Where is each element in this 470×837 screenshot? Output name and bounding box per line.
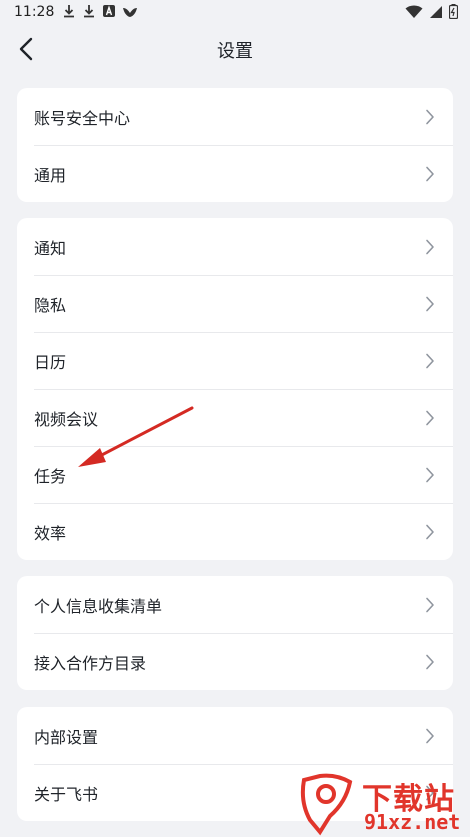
settings-item-notifications[interactable]: 通知 bbox=[17, 218, 453, 275]
chevron-right-icon bbox=[426, 597, 434, 613]
settings-group-info: 个人信息收集清单 接入合作方目录 bbox=[17, 576, 453, 690]
download-icon bbox=[84, 5, 94, 18]
settings-item-label: 视频会议 bbox=[34, 409, 99, 429]
settings-item-tasks[interactable]: 任务 bbox=[17, 446, 453, 503]
settings-item-label: 隐私 bbox=[34, 295, 67, 315]
settings-group-features: 通知 隐私 日历 视频会议 任务 效率 bbox=[17, 218, 453, 560]
wifi-icon bbox=[405, 5, 423, 18]
page-title: 设置 bbox=[217, 41, 253, 62]
a-badge-icon bbox=[103, 5, 115, 17]
chevron-right-icon bbox=[426, 109, 434, 125]
settings-item-label: 日历 bbox=[34, 352, 67, 372]
chevron-right-icon bbox=[426, 239, 434, 255]
chevron-right-icon bbox=[426, 166, 434, 182]
chevron-right-icon bbox=[426, 728, 434, 744]
nav-bar: 设置 bbox=[0, 26, 470, 72]
settings-item-efficiency[interactable]: 效率 bbox=[17, 503, 453, 560]
status-bar: 11:28 bbox=[0, 0, 470, 26]
chevron-right-icon bbox=[426, 353, 434, 369]
chevron-right-icon bbox=[426, 296, 434, 312]
settings-item-personal-info-list[interactable]: 个人信息收集清单 bbox=[17, 576, 453, 633]
settings-item-label: 个人信息收集清单 bbox=[34, 596, 163, 616]
settings-item-label: 账号安全中心 bbox=[34, 108, 131, 128]
settings-item-label: 内部设置 bbox=[34, 727, 99, 747]
battery-icon bbox=[449, 4, 458, 19]
signal-icon bbox=[430, 5, 442, 18]
settings-item-label: 效率 bbox=[34, 523, 67, 543]
settings-item-label: 通知 bbox=[34, 238, 67, 258]
settings-item-label: 通用 bbox=[34, 165, 67, 185]
settings-item-video-meeting[interactable]: 视频会议 bbox=[17, 389, 453, 446]
settings-item-general[interactable]: 通用 bbox=[17, 145, 453, 202]
watermark-url: 91xz.net bbox=[364, 810, 461, 834]
download-icon bbox=[64, 5, 74, 18]
settings-item-account-security[interactable]: 账号安全中心 bbox=[17, 88, 453, 145]
settings-item-calendar[interactable]: 日历 bbox=[17, 332, 453, 389]
settings-item-label: 接入合作方目录 bbox=[34, 653, 147, 673]
settings-item-partner-directory[interactable]: 接入合作方目录 bbox=[17, 633, 453, 690]
chevron-right-icon bbox=[426, 524, 434, 540]
chevron-right-icon bbox=[426, 654, 434, 670]
status-right-icons bbox=[405, 4, 458, 19]
settings-item-privacy[interactable]: 隐私 bbox=[17, 275, 453, 332]
chevron-right-icon bbox=[426, 467, 434, 483]
chevron-right-icon bbox=[426, 410, 434, 426]
settings-item-internal-settings[interactable]: 内部设置 bbox=[17, 707, 453, 764]
settings-item-label: 关于飞书 bbox=[34, 784, 99, 804]
notification-icons bbox=[62, 4, 138, 18]
status-time: 11:28 bbox=[14, 4, 55, 20]
settings-group-account: 账号安全中心 通用 bbox=[17, 88, 453, 202]
settings-item-label: 任务 bbox=[34, 466, 67, 486]
bird-icon bbox=[123, 8, 137, 17]
